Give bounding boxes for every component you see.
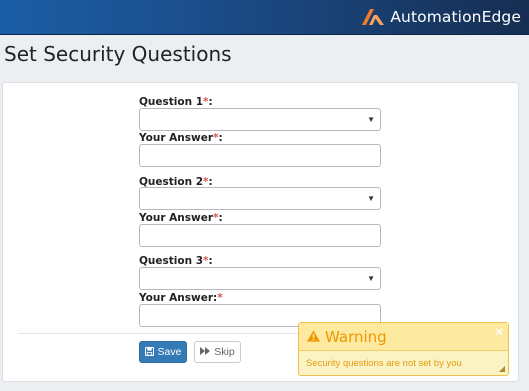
question-1-label: Question 1*:: [139, 96, 213, 108]
answer-3-label: Your Answer:*: [139, 292, 223, 304]
label-colon: :: [208, 255, 213, 267]
answer-2-label-text: Your Answer: [139, 212, 214, 224]
question-3-label: Question 3*:: [139, 255, 213, 267]
warning-toast-title: Warning: [307, 328, 387, 346]
label-colon: :: [208, 96, 213, 108]
answer-1-input[interactable]: [139, 144, 381, 167]
answer-1-label: Your Answer*:: [139, 132, 223, 144]
resize-grip-icon[interactable]: ◢: [499, 364, 505, 373]
warning-triangle-icon: [307, 328, 320, 346]
dropdown-caret-icon: ▼: [367, 115, 375, 124]
label-colon: :: [218, 212, 223, 224]
save-button[interactable]: Save: [139, 341, 187, 363]
dropdown-caret-icon: ▼: [367, 194, 375, 203]
question-1-label-text: Question 1: [139, 96, 204, 108]
automationedge-logo-icon: [362, 9, 385, 25]
warning-toast-title-text: Warning: [325, 328, 387, 346]
answer-2-label: Your Answer*:: [139, 212, 223, 224]
dropdown-caret-icon: ▼: [367, 274, 375, 283]
warning-toast-message: Security questions are not set by you: [306, 358, 462, 369]
close-icon[interactable]: ×: [495, 324, 503, 339]
floppy-disk-icon: [144, 346, 154, 358]
skip-button-label: Skip: [214, 346, 235, 358]
logo-text: AutomationEdge: [390, 8, 521, 26]
warning-toast: Warning × Security questions are not set…: [298, 322, 509, 376]
question-1-select[interactable]: ▼: [139, 108, 381, 131]
question-3-select[interactable]: ▼: [139, 267, 381, 290]
required-mark: *: [217, 292, 223, 304]
label-colon: :: [218, 132, 223, 144]
question-3-label-text: Question 3: [139, 255, 204, 267]
fast-forward-icon: [200, 347, 211, 357]
top-header-bar: AutomationEdge: [0, 0, 529, 35]
save-button-label: Save: [157, 346, 182, 358]
answer-1-label-text: Your Answer: [139, 132, 214, 144]
question-2-select[interactable]: ▼: [139, 187, 381, 210]
page-title: Set Security Questions: [4, 42, 232, 66]
warning-toast-header: Warning ×: [299, 323, 508, 351]
answer-2-input[interactable]: [139, 224, 381, 247]
answer-3-label-text: Your Answer:: [139, 292, 218, 304]
skip-button[interactable]: Skip: [194, 341, 241, 363]
automationedge-logo[interactable]: AutomationEdge: [360, 6, 521, 28]
